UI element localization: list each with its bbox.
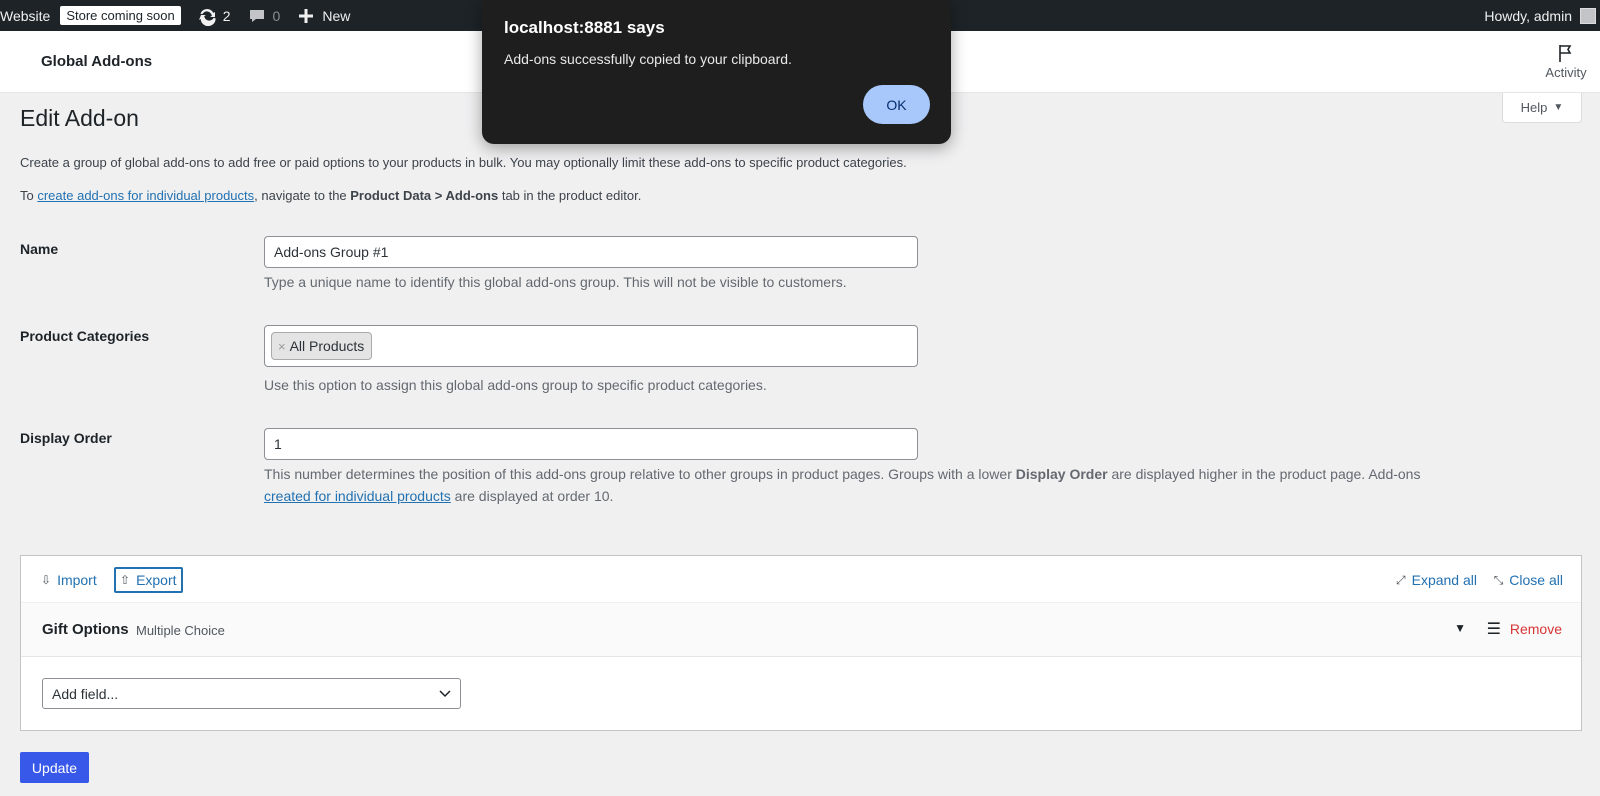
- export-button[interactable]: ⇧ Export: [114, 567, 183, 593]
- page-title: Edit Add-on: [20, 105, 139, 131]
- dialog-message: Add-ons successfully copied to your clip…: [504, 51, 792, 67]
- page-note: To create add-ons for individual product…: [20, 188, 642, 203]
- page-description: Create a group of global add-ons to add …: [20, 155, 907, 170]
- chevron-down-icon: [439, 689, 451, 697]
- update-button[interactable]: Update: [20, 752, 89, 783]
- name-help: Type a unique name to identify this glob…: [264, 274, 847, 290]
- addons-panel: ⇩ Import ⇧ Export ⤢ Expand all ⤡ Close a…: [20, 555, 1582, 731]
- categories-label: Product Categories: [20, 328, 150, 344]
- flag-icon: [1559, 45, 1572, 62]
- close-all-button[interactable]: ⤡ Close all: [1494, 567, 1563, 593]
- individual-products-link[interactable]: created for individual products: [264, 488, 451, 504]
- expand-all-label: Expand all: [1411, 572, 1477, 588]
- new-label: New: [322, 7, 351, 24]
- activity-label: Activity: [1545, 65, 1587, 80]
- categories-help: Use this option to assign this global ad…: [264, 377, 767, 393]
- individual-addons-link[interactable]: create add-ons for individual products: [37, 188, 254, 203]
- store-coming-soon-badge: Store coming soon: [60, 6, 181, 25]
- my-account[interactable]: Howdy, admin: [1484, 0, 1600, 31]
- header-title: Global Add-ons: [41, 53, 153, 70]
- caret-down-icon[interactable]: ▼: [1454, 621, 1466, 635]
- dialog-ok-button[interactable]: OK: [863, 85, 930, 124]
- close-all-label: Close all: [1509, 572, 1563, 588]
- help-label: Help: [1520, 100, 1548, 115]
- import-icon: ⇩: [41, 573, 52, 587]
- chip-label: All Products: [289, 338, 365, 354]
- updates-link[interactable]: 2: [189, 0, 239, 31]
- addon-name: Gift Options: [42, 621, 129, 638]
- addon-row[interactable]: Gift Options Multiple Choice ▼ ☰ Remove: [21, 603, 1581, 657]
- updates-count: 2: [222, 7, 231, 24]
- add-field-select[interactable]: Add field...: [42, 678, 461, 709]
- drag-handle-icon[interactable]: ☰: [1487, 619, 1501, 639]
- comments-link[interactable]: 0: [239, 0, 289, 31]
- export-label: Export: [136, 572, 177, 588]
- avatar: [1580, 7, 1596, 24]
- add-field-value: Add field...: [52, 685, 119, 702]
- export-icon: ⇧: [120, 573, 131, 587]
- import-button[interactable]: ⇩ Import: [41, 567, 97, 593]
- addon-type: Multiple Choice: [136, 623, 225, 638]
- alert-dialog: localhost:8881 says Add-ons successfully…: [482, 0, 951, 144]
- expand-icon: ⤢: [1396, 572, 1406, 587]
- categories-select[interactable]: × All Products: [264, 325, 918, 367]
- name-label: Name: [20, 241, 59, 257]
- display-order-input[interactable]: 1: [264, 428, 918, 460]
- comment-icon: [249, 9, 264, 22]
- new-content-link[interactable]: New: [288, 0, 358, 31]
- comments-count: 0: [272, 7, 281, 24]
- expand-all-button[interactable]: ⤢ Expand all: [1396, 567, 1477, 593]
- plus-icon: [299, 8, 314, 23]
- site-name-link[interactable]: Website: [0, 0, 58, 31]
- dialog-title: localhost:8881 says: [504, 18, 665, 37]
- refresh-icon: [198, 8, 216, 26]
- collapse-icon: ⤡: [1493, 572, 1504, 587]
- display-order-label: Display Order: [20, 430, 112, 446]
- caret-down-icon: ▼: [1553, 102, 1564, 113]
- display-order-help: This number determines the position of t…: [264, 466, 1421, 504]
- help-tab-button[interactable]: Help ▼: [1502, 93, 1582, 123]
- howdy-text: Howdy, admin: [1484, 7, 1572, 24]
- chip-remove-icon[interactable]: ×: [278, 339, 286, 354]
- store-status-badge[interactable]: Store coming soon: [58, 0, 188, 31]
- activity-button[interactable]: Activity: [1542, 43, 1590, 80]
- category-chip: × All Products: [271, 332, 373, 360]
- addons-toolbar: ⇩ Import ⇧ Export ⤢ Expand all ⤡ Close a…: [21, 556, 1581, 603]
- import-label: Import: [57, 572, 97, 588]
- remove-addon-button[interactable]: Remove: [1510, 621, 1562, 637]
- name-input[interactable]: Add-ons Group #1: [264, 236, 918, 268]
